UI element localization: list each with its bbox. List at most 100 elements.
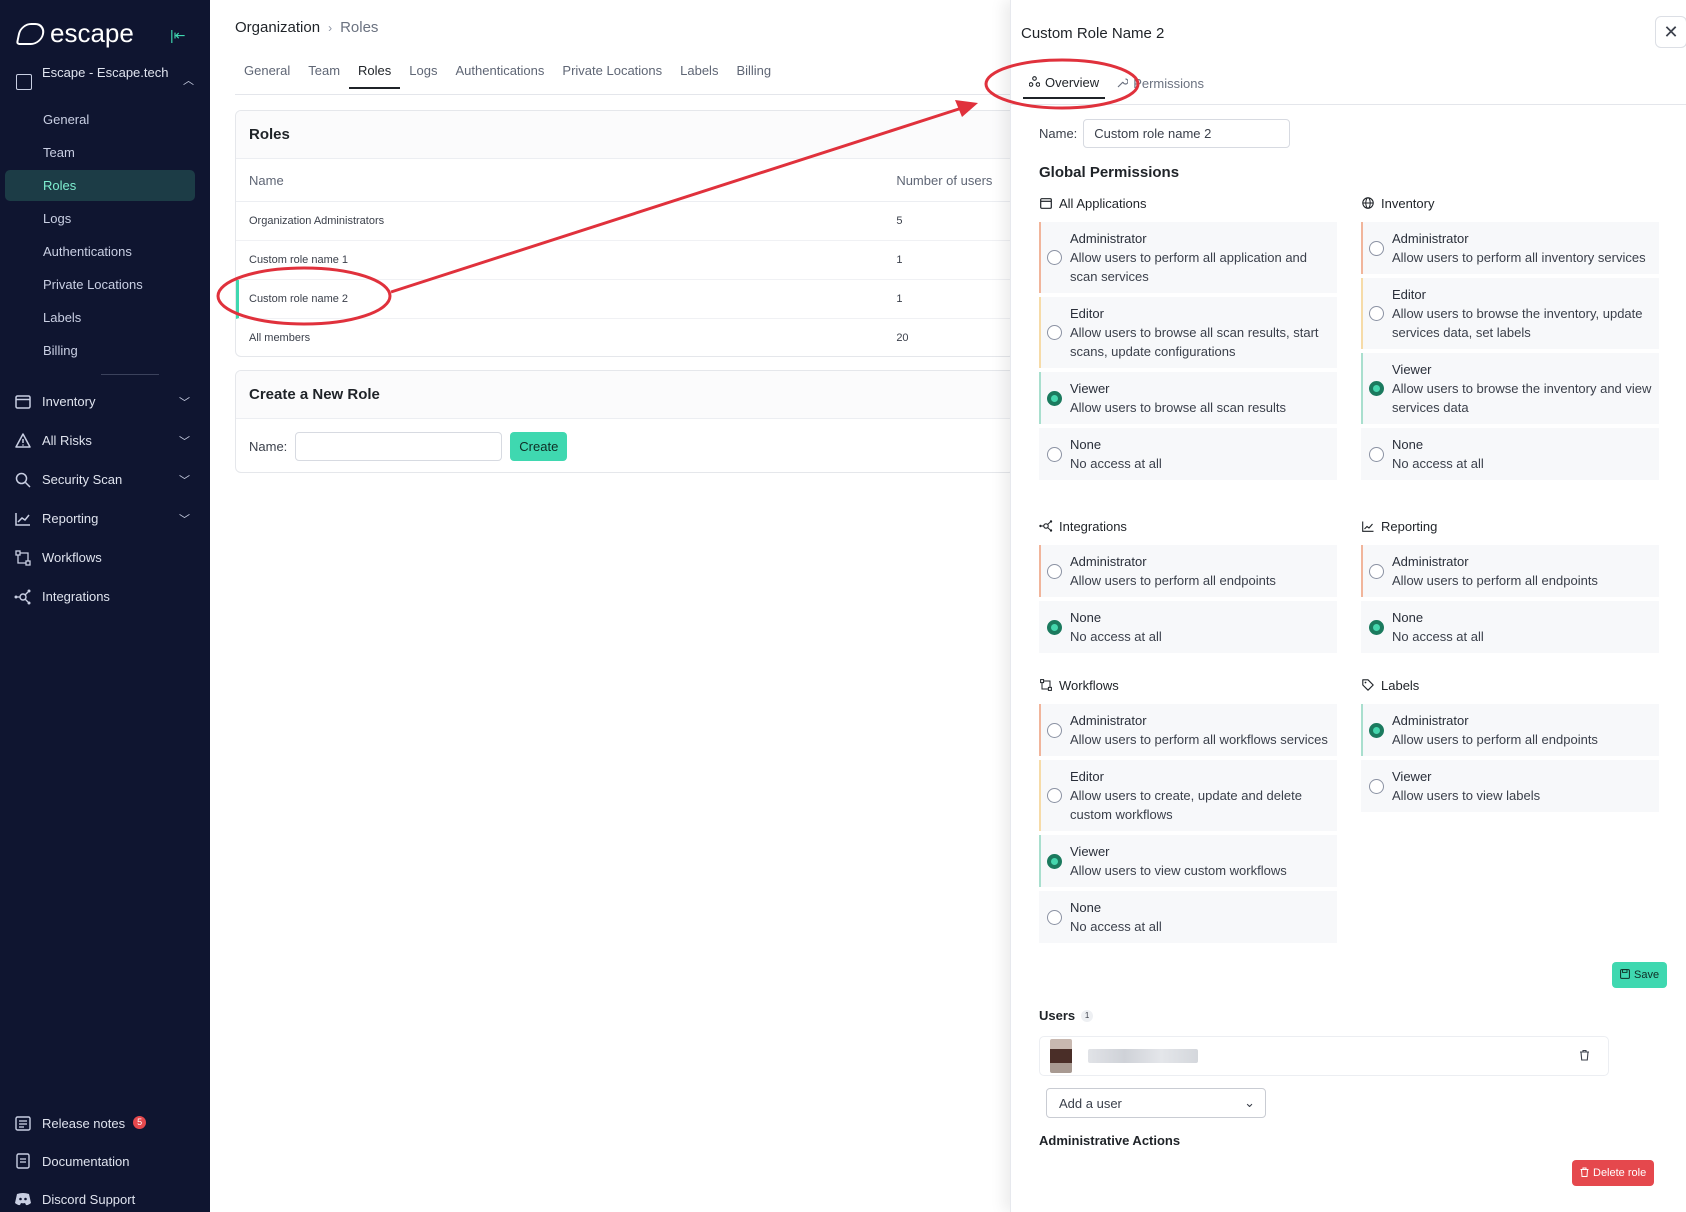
radio-button[interactable] <box>1047 563 1062 579</box>
sidebar-item-release-notes[interactable]: Release notes 5 <box>14 1104 196 1142</box>
delete-role-button[interactable]: Delete role <box>1572 1160 1655 1186</box>
permission-option-viewer[interactable]: Viewer Allow users to view custom workflo… <box>1039 835 1337 887</box>
breadcrumb: Organization › Roles <box>235 19 378 36</box>
permission-group-reporting: Reporting Administrator Allow users to pe… <box>1361 517 1659 657</box>
sidebar-item-integrations[interactable]: Integrations <box>14 577 196 616</box>
sidebar-item-logs[interactable]: Logs <box>5 203 195 234</box>
sidebar-item-security-scan[interactable]: Security Scan ﹀ <box>14 460 196 499</box>
sidebar-item-labels[interactable]: Labels <box>5 302 195 333</box>
sidebar-item-general[interactable]: General <box>5 104 195 135</box>
sidebar-item-inventory[interactable]: Inventory ﹀ <box>14 382 196 421</box>
chevron-down-icon[interactable]: ﹀ <box>179 511 190 527</box>
radio-button[interactable] <box>1047 446 1062 462</box>
sidebar-item-private-locations[interactable]: Private Locations <box>5 269 195 300</box>
breadcrumb-root[interactable]: Organization <box>235 19 320 36</box>
save-button[interactable]: Save <box>1612 962 1668 988</box>
trash-icon[interactable] <box>1579 1049 1590 1064</box>
option-description: Allow users to perform all application a… <box>1070 250 1308 284</box>
sidebar-item-billing[interactable]: Billing <box>5 335 195 366</box>
permission-option-administrator[interactable]: Administrator Allow users to perform all … <box>1361 545 1659 597</box>
table-row[interactable]: Custom role name 1 1 <box>236 241 1014 280</box>
add-user-select[interactable]: Add a user ⌄ <box>1046 1088 1266 1118</box>
new-role-name-input[interactable] <box>295 432 503 461</box>
option-title: Administrator <box>1070 231 1147 246</box>
sidebar-item-documentation[interactable]: Documentation <box>14 1142 196 1180</box>
radio-button-selected[interactable] <box>1369 381 1384 396</box>
radio-button[interactable] <box>1047 325 1062 340</box>
chevron-down-icon[interactable]: ﹀ <box>179 394 190 410</box>
permission-option-none[interactable]: None No access at all <box>1039 428 1337 480</box>
permission-option-administrator[interactable]: Administrator Allow users to perform all … <box>1361 222 1659 274</box>
redacted-user-name <box>1088 1049 1198 1063</box>
radio-button-selected[interactable] <box>1369 722 1384 738</box>
escape-logo[interactable]: escape <box>15 18 134 49</box>
radio-button[interactable] <box>1047 722 1062 738</box>
radio-button-selected[interactable] <box>1369 619 1384 635</box>
column-users-header[interactable]: Number of users <box>896 173 1014 188</box>
chevron-down-icon[interactable]: ﹀ <box>179 433 190 449</box>
permission-option-editor[interactable]: Editor Allow users to browse the inventor… <box>1361 278 1659 349</box>
tab-billing[interactable]: Billing <box>727 60 780 89</box>
collapse-sidebar-icon[interactable]: |⇤ <box>170 27 188 43</box>
option-title: Editor <box>1070 306 1104 321</box>
overview-icon <box>1028 75 1041 90</box>
permission-option-administrator[interactable]: Administrator Allow users to perform all … <box>1039 545 1337 597</box>
permission-option-administrator[interactable]: Administrator Allow users to perform all … <box>1039 704 1337 756</box>
tab-general[interactable]: General <box>235 60 299 89</box>
tab-labels[interactable]: Labels <box>671 60 727 89</box>
radio-button[interactable] <box>1369 306 1384 321</box>
permission-option-editor[interactable]: Editor Allow users to create, update and … <box>1039 760 1337 831</box>
tab-team[interactable]: Team <box>299 60 349 89</box>
radio-button[interactable] <box>1047 909 1062 925</box>
tab-logs[interactable]: Logs <box>400 60 446 89</box>
permission-option-editor[interactable]: Editor Allow users to browse all scan res… <box>1039 297 1337 368</box>
save-label: Save <box>1634 969 1660 981</box>
permission-option-viewer[interactable]: Viewer Allow users to browse all scan res… <box>1039 372 1337 424</box>
permission-group-integrations: Integrations Administrator Allow users to… <box>1039 517 1337 657</box>
radio-button[interactable] <box>1369 563 1384 579</box>
tab-roles[interactable]: Roles <box>349 60 401 89</box>
tab-private-locations[interactable]: Private Locations <box>553 60 671 89</box>
column-name-header[interactable]: Name <box>249 173 896 188</box>
tab-permissions[interactable]: Permissions <box>1111 75 1210 99</box>
org-switcher[interactable]: Escape - Escape.tech ︿ <box>16 64 194 90</box>
sidebar-item-discord-support[interactable]: Discord Support <box>14 1180 196 1212</box>
radio-button[interactable] <box>1369 778 1384 794</box>
permission-option-none[interactable]: None No access at all <box>1361 601 1659 653</box>
radio-button-selected[interactable] <box>1047 853 1062 869</box>
radio-button[interactable] <box>1047 250 1062 265</box>
sidebar-item-all-risks[interactable]: All Risks ﹀ <box>14 421 196 460</box>
create-button[interactable]: Create <box>510 432 568 461</box>
tab-authentications[interactable]: Authentications <box>447 60 554 89</box>
permission-option-viewer[interactable]: Viewer Allow users to view labels <box>1361 760 1659 812</box>
sidebar-item-roles[interactable]: Roles <box>5 170 195 201</box>
permission-option-viewer[interactable]: Viewer Allow users to browse the inventor… <box>1361 353 1659 424</box>
radio-button-selected[interactable] <box>1047 390 1062 406</box>
radio-button-selected[interactable] <box>1047 619 1062 635</box>
table-row[interactable]: Organization Administrators 5 <box>236 202 1014 241</box>
radio-button[interactable] <box>1369 446 1384 462</box>
role-name-input[interactable]: Custom role name 2 <box>1083 119 1291 148</box>
permission-option-administrator[interactable]: Administrator Allow users to perform all … <box>1039 222 1337 293</box>
sidebar-item-reporting[interactable]: Reporting ﹀ <box>14 499 196 538</box>
tab-overview[interactable]: Overview <box>1023 75 1106 99</box>
drawer-tabs: Overview Permissions <box>1023 75 1210 99</box>
radio-button[interactable] <box>1047 788 1062 803</box>
permission-option-none[interactable]: None No access at all <box>1361 428 1659 480</box>
chevron-down-icon[interactable]: ﹀ <box>179 472 190 488</box>
close-button[interactable]: ✕ <box>1655 16 1686 48</box>
table-row[interactable]: All members 20 <box>236 319 1014 356</box>
sidebar-item-authentications[interactable]: Authentications <box>5 236 195 267</box>
chevron-down-icon: ⌄ <box>1244 1095 1255 1110</box>
permission-option-none[interactable]: None No access at all <box>1039 891 1337 943</box>
table-row-selected[interactable]: Custom role name 2 1 <box>236 280 1014 319</box>
permission-option-none[interactable]: None No access at all <box>1039 601 1337 653</box>
sidebar-item-label: Inventory <box>42 394 96 409</box>
option-title: Editor <box>1070 769 1104 784</box>
sidebar-item-workflows[interactable]: Workflows <box>14 538 196 577</box>
chevron-up-icon[interactable]: ︿ <box>183 72 194 88</box>
sidebar-item-team[interactable]: Team <box>5 137 195 168</box>
permission-option-administrator[interactable]: Administrator Allow users to perform all … <box>1361 704 1659 756</box>
group-title: All Applications <box>1059 195 1147 211</box>
radio-button[interactable] <box>1369 240 1384 256</box>
